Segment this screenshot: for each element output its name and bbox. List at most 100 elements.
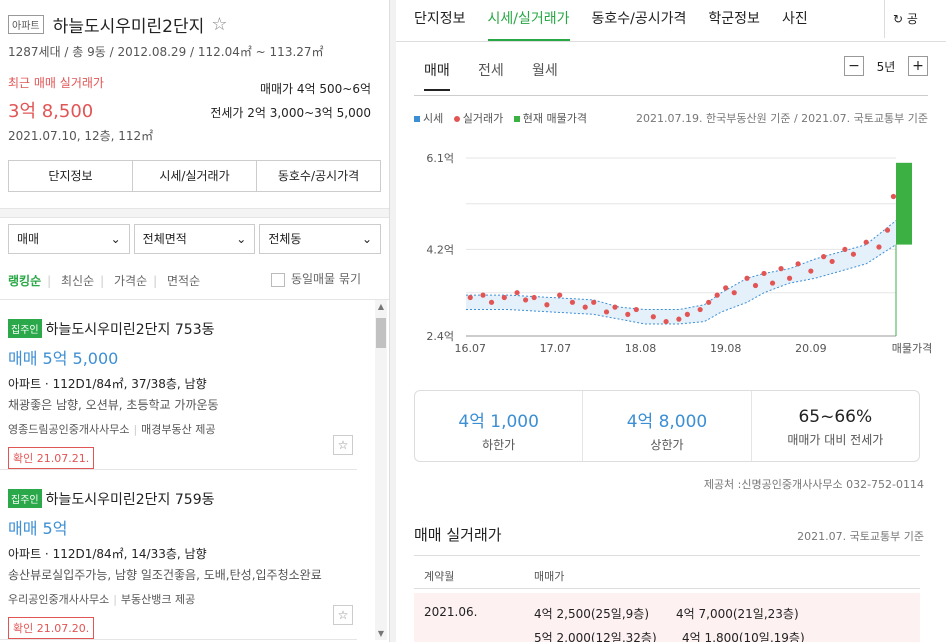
sort-row: 랭킹순 | 최신순 | 가격순 | 면적순 동일매물 묶기 bbox=[0, 260, 389, 300]
sort-latest[interactable]: 최신순 bbox=[61, 274, 94, 288]
price-stats: 4억 1,000 하한가 4억 8,000 상한가 65~66% 매매가 대비 … bbox=[414, 390, 920, 462]
favorite-star-icon[interactable]: ☆ bbox=[211, 14, 227, 35]
stat-lower-label: 하한가 bbox=[482, 438, 516, 452]
subtab-jeonse[interactable]: 전세 bbox=[478, 60, 504, 80]
deal-point bbox=[876, 244, 882, 250]
list-item[interactable]: 집주인 하늘도시우미린2단지 759동 매매 5억 아파트 · 112D1/84㎡… bbox=[0, 470, 357, 640]
listing-desc: 아파트 · 112D1/84㎡, 37/38층, 남향 bbox=[8, 376, 207, 391]
checkbox-icon bbox=[270, 272, 285, 287]
tab-complex-info[interactable]: 단지정보 bbox=[414, 0, 466, 41]
recent-deal: 최근 매매 실거래가 3억 8,500 2021.07.10, 12층, 112… bbox=[8, 74, 381, 152]
deal-point bbox=[821, 254, 827, 260]
listing-name: 하늘도시우미린2단지 759동 bbox=[45, 491, 215, 508]
owner-badge: 집주인 bbox=[8, 489, 42, 508]
agent-divider: | bbox=[113, 592, 117, 606]
listing-agent: 우리공인중개사사무소 | 부동산뱅크 제공 bbox=[8, 591, 349, 607]
deal-point bbox=[778, 266, 784, 272]
deal-point bbox=[850, 251, 857, 257]
col-month: 계약월 bbox=[424, 570, 455, 583]
listing-price: 매매 5억 5,000 bbox=[8, 348, 119, 368]
detail-panel: 단지정보 시세/실거래가 동호수/공시가격 학군정보 사진 ↻ 공 매매 전세 … bbox=[396, 0, 946, 642]
trade-type-select[interactable]: 매매 ⌄ bbox=[8, 224, 130, 254]
legend-listing: 현재 매물가격 bbox=[513, 112, 587, 125]
subtab-sale[interactable]: 매매 bbox=[424, 60, 450, 91]
deal-point bbox=[591, 299, 597, 305]
scroll-up-icon[interactable]: ▲ bbox=[375, 302, 387, 311]
y-tick-label: 4.2억 bbox=[426, 243, 454, 256]
year-minus-button[interactable]: − bbox=[844, 56, 864, 76]
x-tick-label: 19.08 bbox=[710, 342, 742, 355]
section-divider bbox=[0, 208, 389, 218]
listing-features: 송산뷰로실입주가능, 남향 일조건좋음, 도배,탄성,입주청소완료 bbox=[8, 567, 322, 582]
scrollbar-thumb[interactable] bbox=[376, 318, 386, 348]
deal-point bbox=[752, 282, 759, 289]
building-value: 전체동 bbox=[268, 232, 302, 246]
stat-upper-label: 상한가 bbox=[650, 438, 684, 452]
year-plus-button[interactable]: + bbox=[908, 56, 928, 76]
tab-school[interactable]: 학군정보 bbox=[708, 0, 760, 41]
deal-point bbox=[863, 239, 869, 245]
agent-name: 우리공인중개사사무소 bbox=[8, 592, 110, 606]
complex-summary: 1287세대 / 총 9동 / 2012.08.29 / 112.04㎡ ~ 1… bbox=[8, 45, 324, 59]
star-icon[interactable]: ☆ bbox=[333, 435, 353, 455]
deal-point bbox=[676, 316, 682, 322]
legend-deal: 실거래가 bbox=[453, 112, 503, 125]
unit-info-button[interactable]: 동호수/공시가격 bbox=[257, 161, 380, 191]
same-listing-label: 동일매물 묶기 bbox=[290, 272, 361, 286]
apartment-badge: 아파트 bbox=[8, 15, 44, 34]
subtab-monthly[interactable]: 월세 bbox=[532, 60, 558, 80]
area-select[interactable]: 전체면적 ⌄ bbox=[133, 224, 256, 254]
deal-point bbox=[531, 294, 537, 301]
stat-ratio: 65~66% 매매가 대비 전세가 bbox=[752, 391, 919, 461]
legend-sise-swatch bbox=[414, 116, 420, 122]
x-tick-label: 20.09 bbox=[795, 342, 827, 355]
sort-divider: | bbox=[47, 274, 52, 288]
price-chart-svg: 6.1억 4.2억 2.4억16.07 17.07 18.08 19.08 20.09 매물가… bbox=[426, 152, 932, 355]
sort-ranking[interactable]: 랭킹순 bbox=[8, 274, 41, 288]
share-button[interactable]: ↻ 공 bbox=[884, 0, 924, 38]
row-price: 5억 2,000(12일,32층) bbox=[534, 631, 657, 642]
deal-point bbox=[769, 280, 776, 286]
deal-point bbox=[569, 299, 576, 305]
deal-point bbox=[842, 246, 848, 253]
deal-point bbox=[480, 292, 486, 298]
same-listing-checkbox[interactable]: 동일매물 묶기 bbox=[270, 270, 367, 287]
deal-point bbox=[514, 290, 520, 296]
deal-point bbox=[582, 304, 588, 310]
row-price: 4억 2,500(25일,9층) bbox=[534, 607, 650, 621]
tab-units[interactable]: 동호수/공시가격 bbox=[592, 0, 687, 41]
trade-subtabs: 매매 전세 월세 − 5년 + bbox=[414, 56, 928, 96]
price-info-button[interactable]: 시세/실거래가 bbox=[133, 161, 257, 191]
complex-info-button[interactable]: 단지정보 bbox=[9, 161, 133, 191]
trade-type-value: 매매 bbox=[17, 232, 40, 246]
listing-agent: 영종드림공인중개사사무소 | 매경부동산 제공 bbox=[8, 421, 349, 437]
chart-legend: 시세 실거래가 현재 매물가격 2021.07.19. 한국부동산원 기준 / … bbox=[414, 110, 928, 125]
jeonse-price-range: 전세가 2억 3,000~3억 5,000 bbox=[210, 106, 371, 120]
col-price: 매매가 bbox=[534, 570, 565, 583]
confirmed-badge: 확인 21.07.20. bbox=[8, 616, 95, 639]
deal-point bbox=[808, 268, 814, 274]
sort-area[interactable]: 면적순 bbox=[167, 274, 200, 288]
complex-link-buttons: 단지정보 시세/실거래가 동호수/공시가격 bbox=[8, 160, 381, 192]
legend-listing-label: 현재 매물가격 bbox=[522, 112, 587, 125]
star-icon[interactable]: ☆ bbox=[333, 605, 353, 625]
tab-price[interactable]: 시세/실거래가 bbox=[487, 0, 570, 41]
tab-photos[interactable]: 사진 bbox=[782, 0, 808, 41]
building-select[interactable]: 전체동 ⌄ bbox=[259, 224, 382, 254]
deal-point bbox=[501, 294, 507, 301]
sort-price[interactable]: 가격순 bbox=[114, 274, 147, 288]
listing-list: 집주인 하늘도시우미린2단지 753동 매매 5억 5,000 아파트 · 112… bbox=[0, 300, 389, 640]
list-item[interactable]: 집주인 하늘도시우미린2단지 753동 매매 5억 5,000 아파트 · 112… bbox=[0, 300, 357, 470]
legend-sise-label: 시세 bbox=[423, 112, 444, 125]
chart-source: 2021.07.19. 한국부동산원 기준 / 2021.07. 국토교통부 기… bbox=[636, 112, 928, 125]
stat-ratio-label: 매매가 대비 전세가 bbox=[787, 433, 884, 447]
sort-divider: | bbox=[153, 274, 158, 288]
stat-ratio-value: 65~66% bbox=[798, 407, 873, 427]
deal-point bbox=[544, 302, 550, 308]
stat-upper: 4억 8,000 상한가 bbox=[583, 391, 752, 461]
scroll-down-icon[interactable]: ▼ bbox=[375, 629, 387, 638]
scrollbar[interactable]: ▲ ▼ bbox=[375, 300, 387, 640]
complex-header: 아파트 하늘도시우미린2단지 ☆ 1287세대 / 총 9동 / 2012.08… bbox=[0, 0, 389, 152]
deal-point bbox=[612, 304, 618, 310]
deal-point bbox=[786, 275, 793, 281]
